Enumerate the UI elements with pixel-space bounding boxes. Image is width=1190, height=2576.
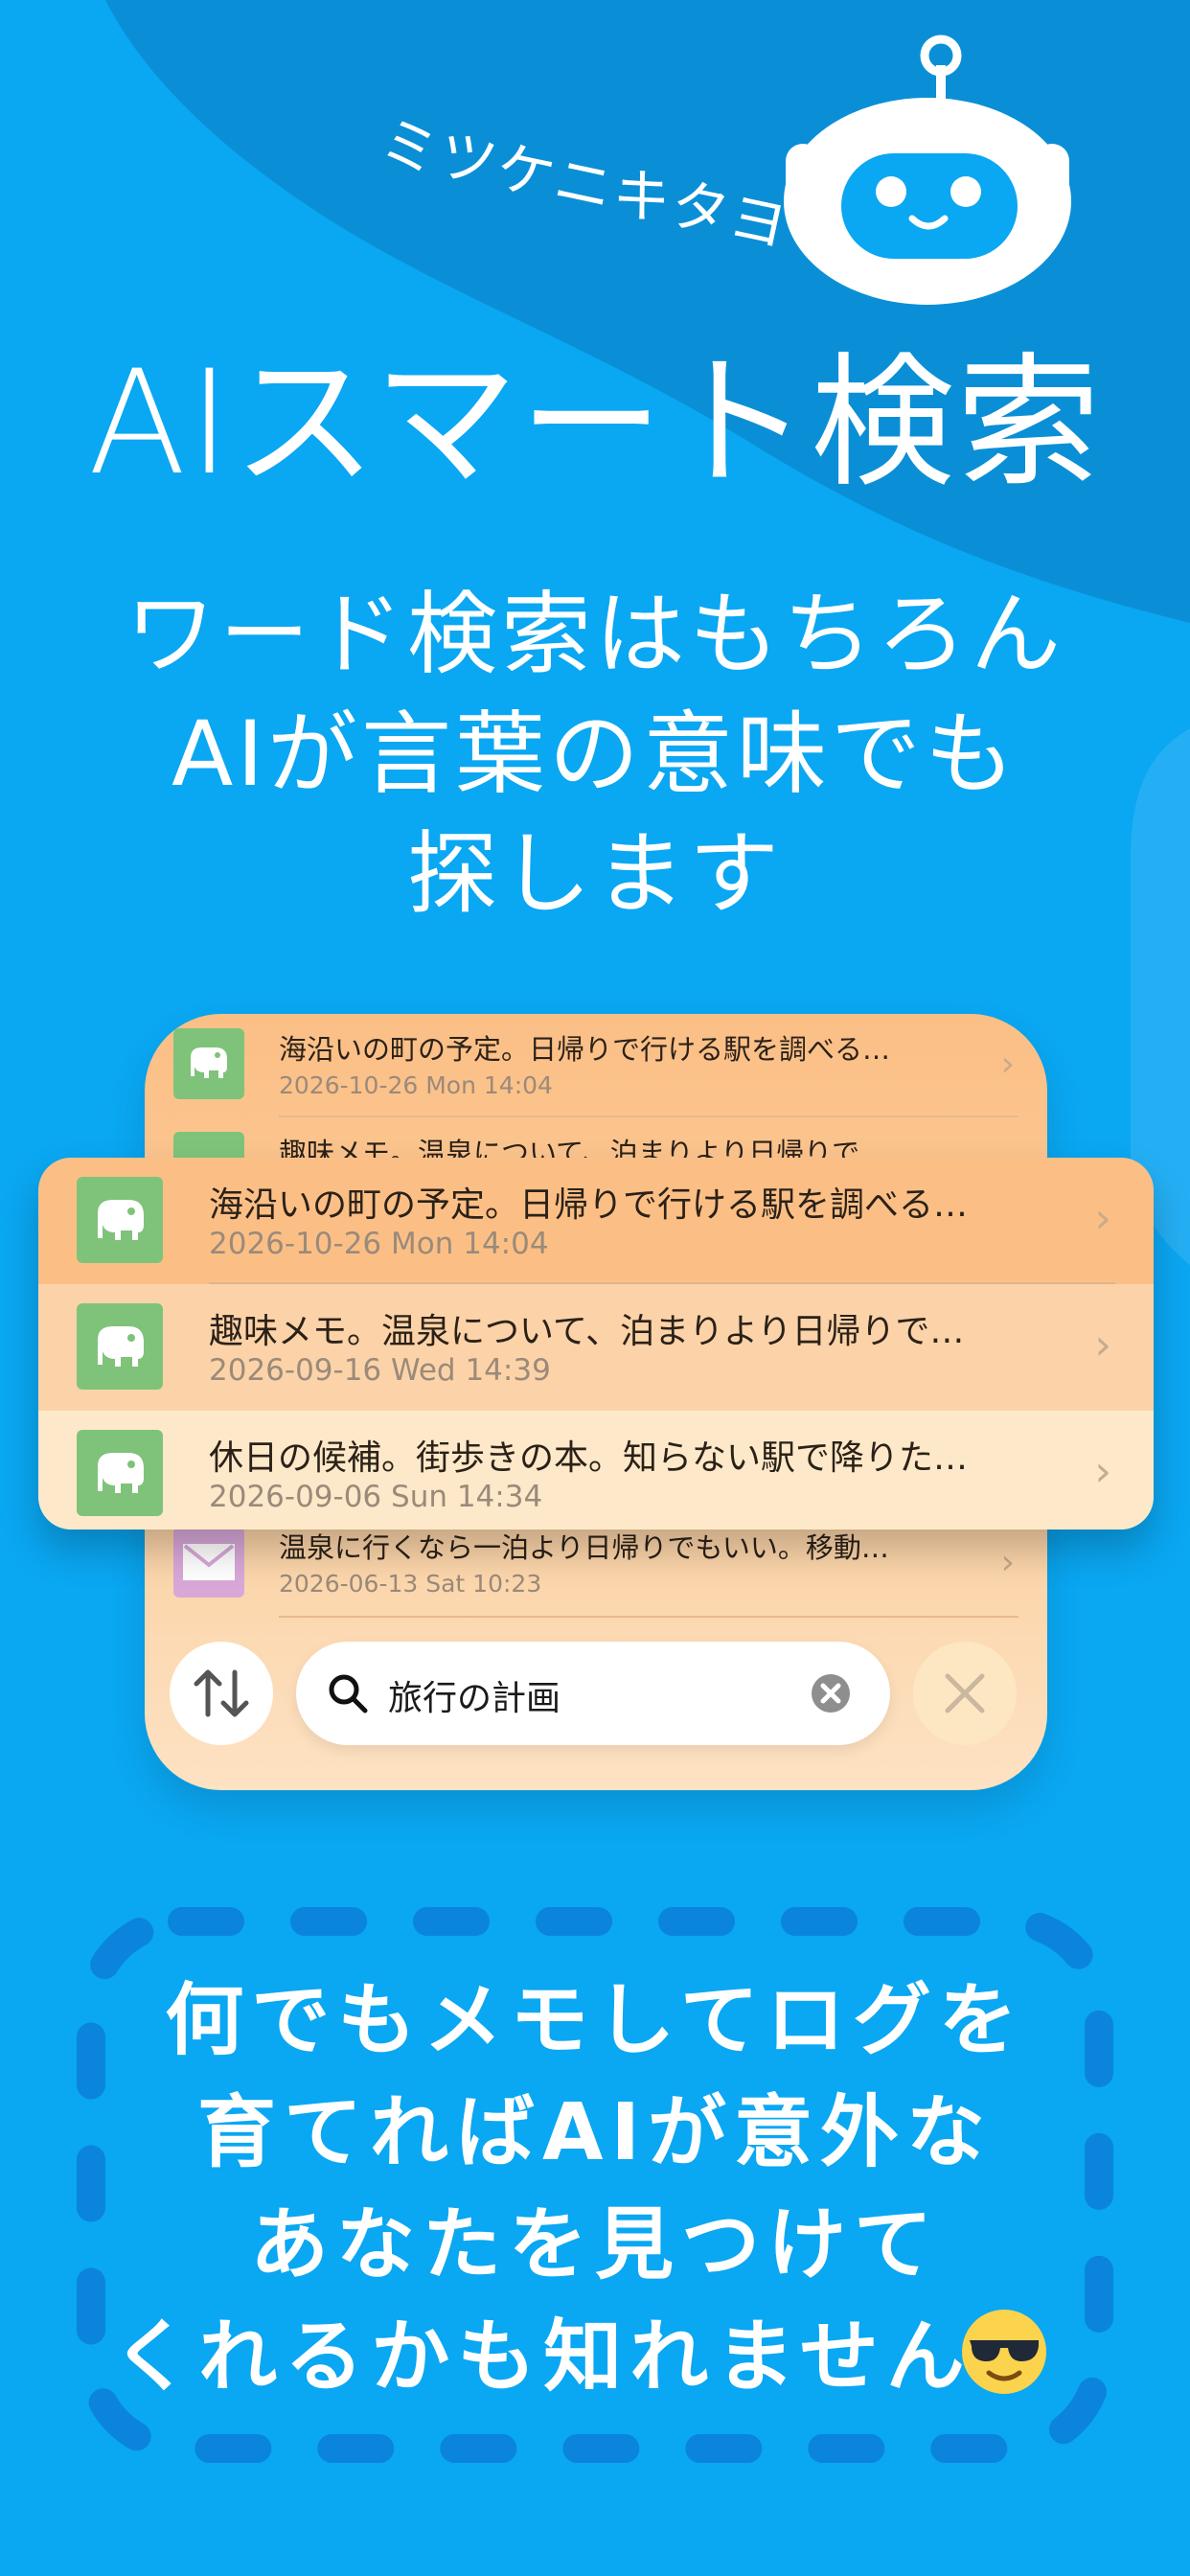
footer-line: 何でもメモしてログを — [165, 1975, 1025, 2066]
footer-line: あなたを見つけて — [249, 2199, 940, 2290]
search-input[interactable]: 旅行の計画 — [296, 1642, 890, 1745]
close-icon — [945, 1673, 985, 1714]
mail-icon — [173, 1527, 244, 1598]
chevron-right-icon: › — [1000, 1543, 1015, 1582]
tagline-line: AIが言葉の意味でも — [171, 702, 1019, 807]
chevron-right-icon: › — [1094, 1321, 1111, 1369]
close-button[interactable] — [913, 1642, 1017, 1745]
clear-icon[interactable] — [810, 1672, 852, 1714]
divider — [279, 1616, 1018, 1618]
list-item[interactable]: 休日の候補。街歩きの本。知らない駅で降りた… 2026-09-06 Sun 14… — [38, 1411, 1154, 1530]
sunglasses-emoji-icon — [962, 2310, 1046, 2394]
list-item[interactable]: 海沿いの町の予定。日帰りで行ける駅を調べる… 2026-10-26 Mon 14… — [38, 1158, 1154, 1284]
elephant-icon — [77, 1303, 163, 1390]
tagline-line: 探します — [406, 822, 783, 927]
search-results-panel: 海沿いの町の予定。日帰りで行ける駅を調べる… 2026-10-26 Mon 14… — [38, 1158, 1154, 1530]
tagline-line: ワード検索はもちろん — [125, 583, 1064, 687]
list-item[interactable]: 海沿いの町の予定。日帰りで行ける駅を調べる… 2026-10-26 Mon 14… — [145, 1014, 1047, 1117]
list-item[interactable]: 趣味メモ。温泉について、泊まりより日帰りで… 2026-09-16 Wed 14… — [38, 1284, 1154, 1411]
page-title: AIスマート検索 — [87, 340, 1103, 507]
elephant-icon — [77, 1430, 163, 1516]
footer-line: 育てればAIが意外な — [197, 2087, 993, 2178]
chevron-right-icon: › — [1094, 1194, 1111, 1243]
elephant-icon — [173, 1028, 244, 1099]
robot-mascot-icon — [784, 34, 1071, 305]
search-query: 旅行の計画 — [388, 1679, 561, 1718]
sort-button[interactable] — [170, 1642, 273, 1745]
sort-arrows-icon — [194, 1669, 249, 1717]
chevron-right-icon: › — [1094, 1447, 1111, 1496]
tagline: ワード検索はもちろん AIが言葉の意味でも 探します — [0, 575, 1190, 934]
elephant-icon — [77, 1177, 163, 1263]
search-icon — [329, 1674, 368, 1714]
chevron-right-icon: › — [1000, 1045, 1015, 1084]
